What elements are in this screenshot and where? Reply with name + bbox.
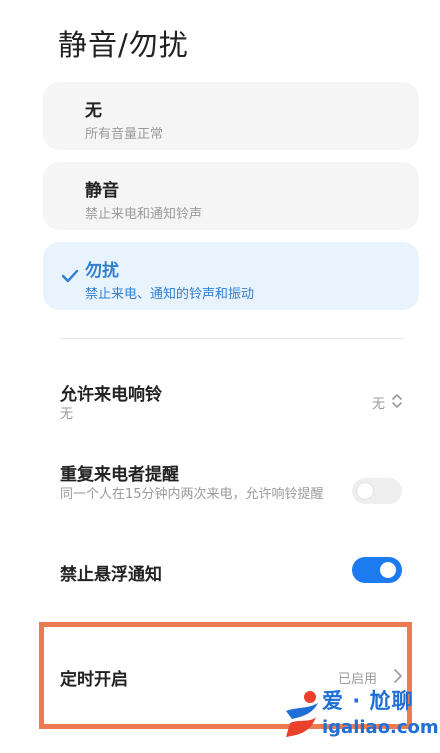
check-icon	[61, 269, 79, 283]
block-floating-title: 禁止悬浮通知	[60, 565, 162, 585]
mode-option-title: 静音	[85, 181, 119, 201]
allow-ringing-title: 允许来电响铃	[60, 385, 162, 405]
mode-option-subtitle: 所有音量正常	[85, 127, 164, 142]
watermark-logo-icon	[286, 691, 318, 737]
mode-option-silent[interactable]: 静音 禁止来电和通知铃声	[43, 162, 419, 230]
chevron-up-down-icon	[392, 394, 402, 408]
allow-ringing-value: 无	[372, 397, 386, 412]
mode-option-subtitle: 禁止来电和通知铃声	[85, 207, 203, 222]
mode-option-title: 无	[85, 101, 102, 121]
watermark-brand: 爱 · 尬聊	[322, 689, 414, 713]
section-divider	[60, 338, 404, 339]
toggle-knob	[380, 562, 396, 578]
toggle-knob	[357, 483, 373, 499]
page-title: 静音/勿扰	[58, 28, 189, 62]
repeat-caller-toggle[interactable]	[352, 478, 402, 504]
repeat-caller-subtitle: 同一个人在15分钟内两次来电，允许响铃提醒	[60, 487, 324, 502]
repeat-caller-title: 重复来电者提醒	[60, 465, 179, 485]
mode-option-dnd[interactable]: 勿扰 禁止来电、通知的铃声和振动	[43, 242, 419, 310]
mode-option-none[interactable]: 无 所有音量正常	[43, 82, 419, 150]
watermark: 爱 · 尬聊 igaliao.com	[280, 683, 439, 749]
block-floating-toggle[interactable]	[352, 557, 402, 583]
watermark-domain: igaliao.com	[322, 717, 439, 738]
mode-option-title: 勿扰	[85, 261, 119, 281]
allow-ringing-subtitle: 无	[60, 407, 74, 422]
mode-option-subtitle: 禁止来电、通知的铃声和振动	[85, 287, 255, 302]
